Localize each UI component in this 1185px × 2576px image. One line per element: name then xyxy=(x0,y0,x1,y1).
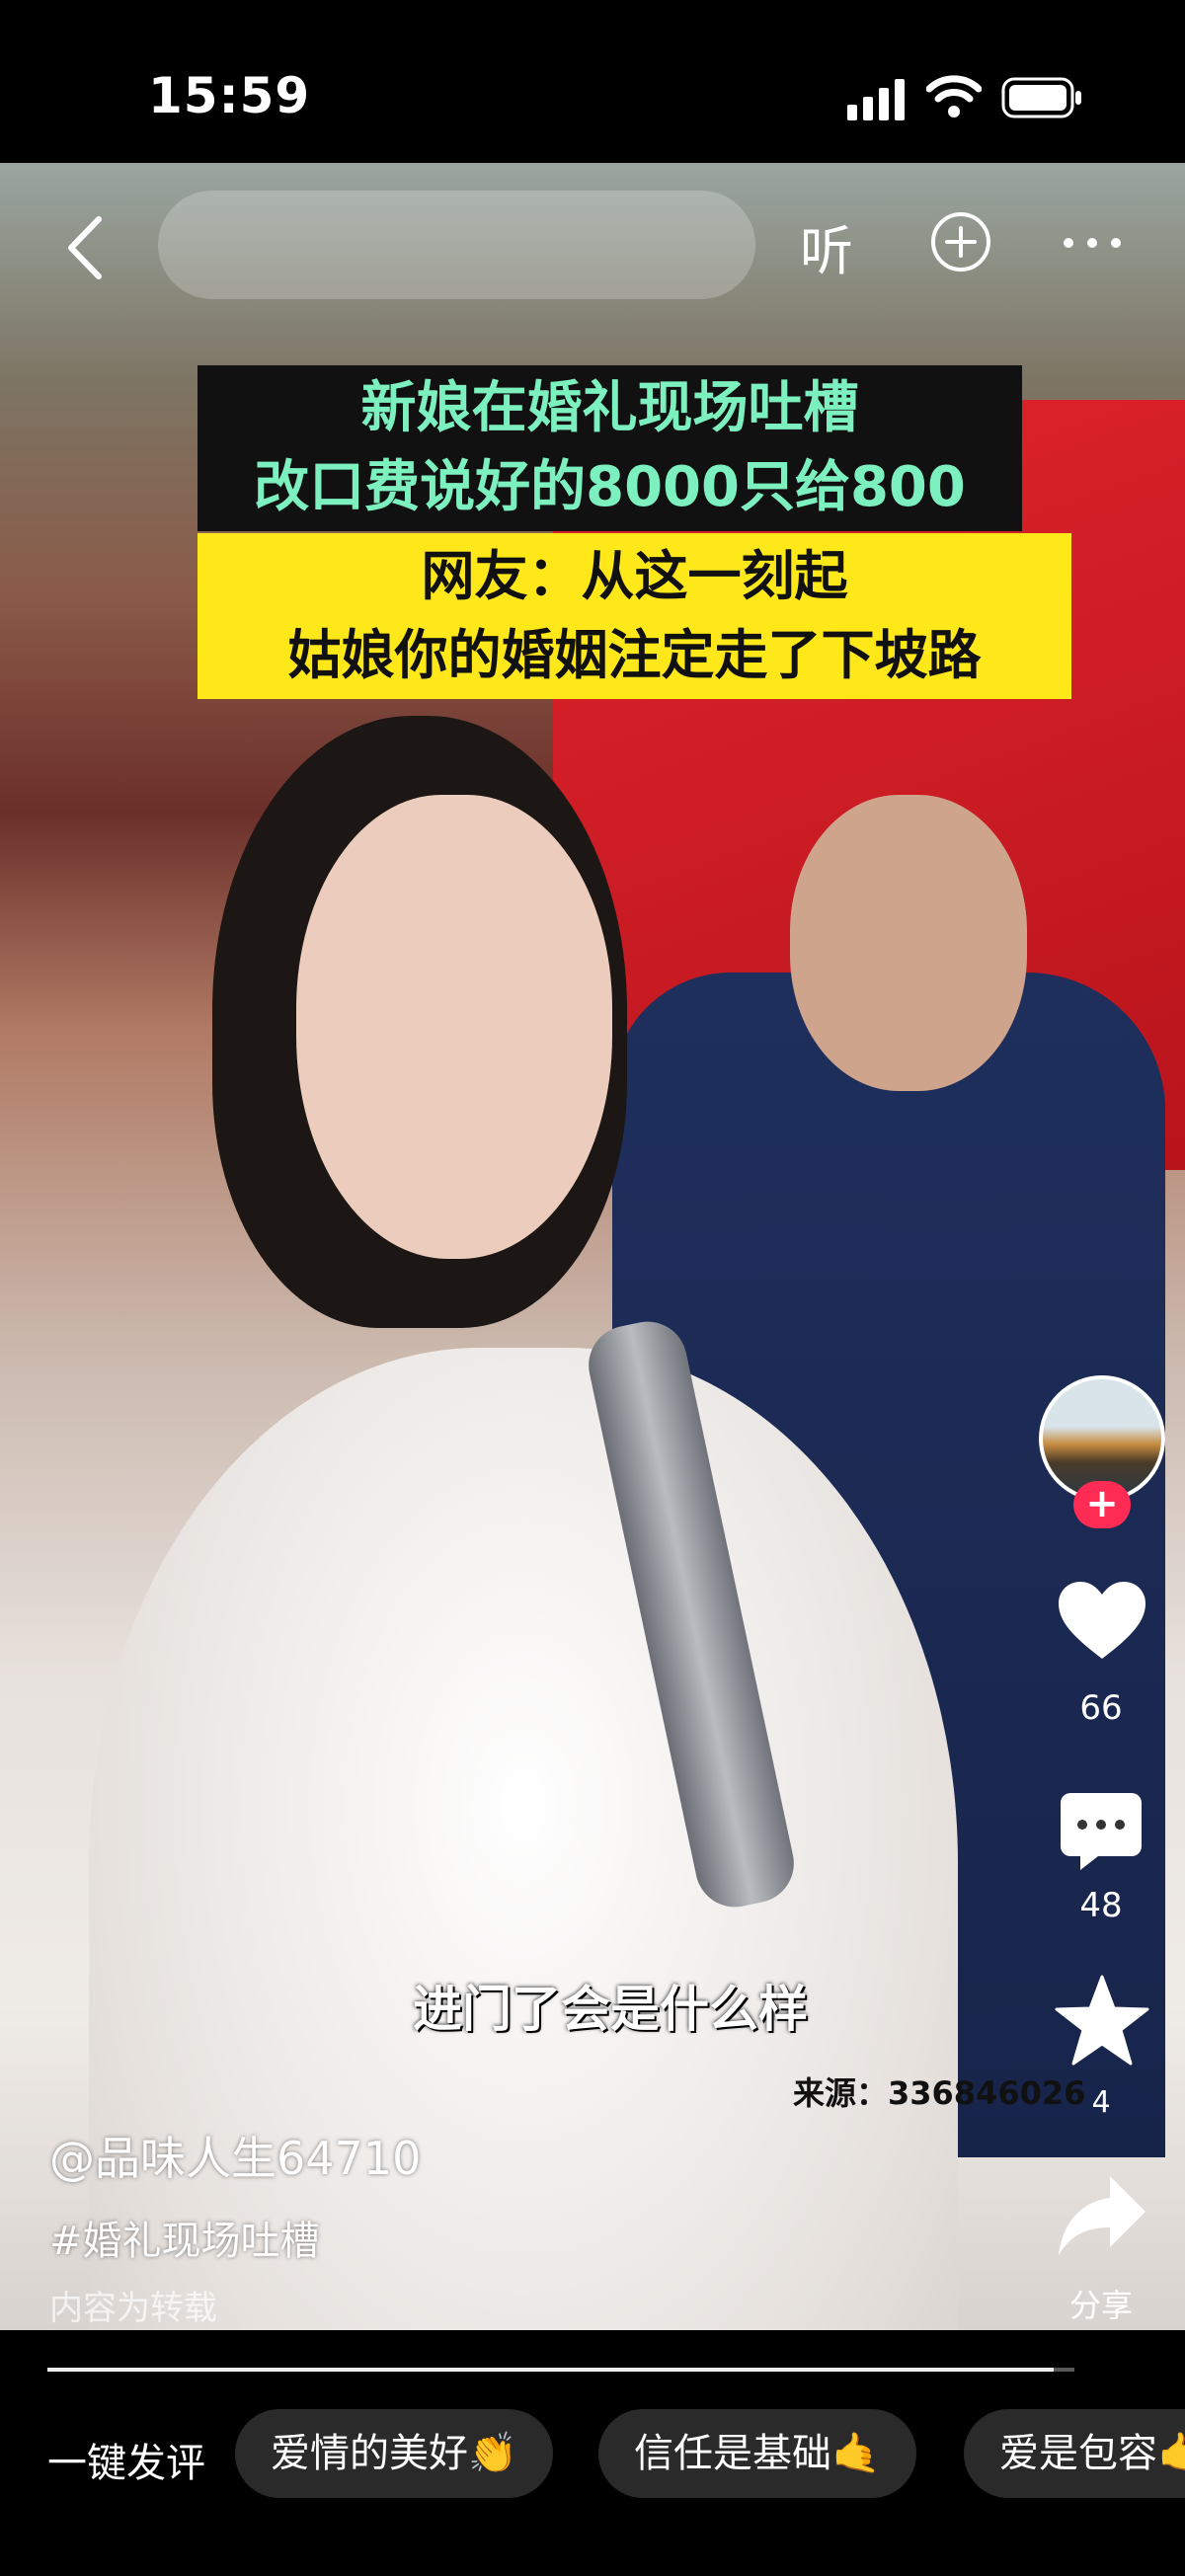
battery-icon xyxy=(1001,77,1081,118)
author-name[interactable]: @品味人生64710 xyxy=(49,2123,421,2188)
listen-button[interactable]: 听 xyxy=(800,207,853,285)
netizen-line-1: 网友：从这一刻起 xyxy=(421,545,848,607)
cellular-signal-icon xyxy=(847,79,905,120)
quick-comment-chip[interactable]: 信任是基础🤙 xyxy=(598,2409,916,2498)
search-box[interactable] xyxy=(158,191,755,299)
netizen-caption: 网友：从这一刻起 姑娘你的婚姻注定走了下坡路 xyxy=(198,533,1071,699)
hashtag-link[interactable]: #婚礼现场吐槽 xyxy=(49,2209,320,2266)
share-icon[interactable] xyxy=(1057,2172,1147,2257)
quick-comment-chip[interactable]: 爱情的美好👏 xyxy=(235,2409,553,2498)
more-options-icon[interactable] xyxy=(1061,233,1124,253)
video-progress-fill xyxy=(47,2368,1055,2372)
favorite-count: 4 xyxy=(1091,2085,1111,2120)
video-bride-face xyxy=(296,795,612,1259)
video-groom-face xyxy=(790,795,1027,1091)
netizen-line-2: 姑娘你的婚姻注定走了下坡路 xyxy=(287,624,982,686)
headline-caption: 新娘在婚礼现场吐槽 改口费说好的8000只给800 xyxy=(198,365,1022,531)
video-subtitle: 进门了会是什么样 xyxy=(413,1981,808,2038)
share-label[interactable]: 分享 xyxy=(1047,2281,1155,2326)
comment-icon[interactable] xyxy=(1059,1789,1144,1872)
star-icon[interactable] xyxy=(1055,1975,1149,2066)
quick-comment-chip[interactable]: 爱是包容🤙 xyxy=(964,2409,1185,2498)
status-time: 15:59 xyxy=(148,67,311,124)
headline-line-2: 改口费说好的8000只给800 xyxy=(254,455,966,519)
like-count: 66 xyxy=(1079,1688,1123,1728)
source-watermark: 来源：336846026 xyxy=(793,2074,1086,2112)
back-arrow-icon[interactable] xyxy=(61,213,107,282)
repost-note: 内容为转载 xyxy=(49,2289,217,2328)
follow-button[interactable]: + xyxy=(1073,1481,1131,1528)
comment-count: 48 xyxy=(1079,1886,1123,1925)
add-circle-icon[interactable] xyxy=(929,210,992,273)
headline-line-1: 新娘在婚礼现场吐槽 xyxy=(360,376,859,440)
quick-comment-label[interactable]: 一键发评 xyxy=(47,2431,205,2488)
wifi-icon xyxy=(926,75,982,117)
video-progress-bar[interactable] xyxy=(47,2368,1074,2372)
heart-icon[interactable] xyxy=(1057,1580,1147,1663)
